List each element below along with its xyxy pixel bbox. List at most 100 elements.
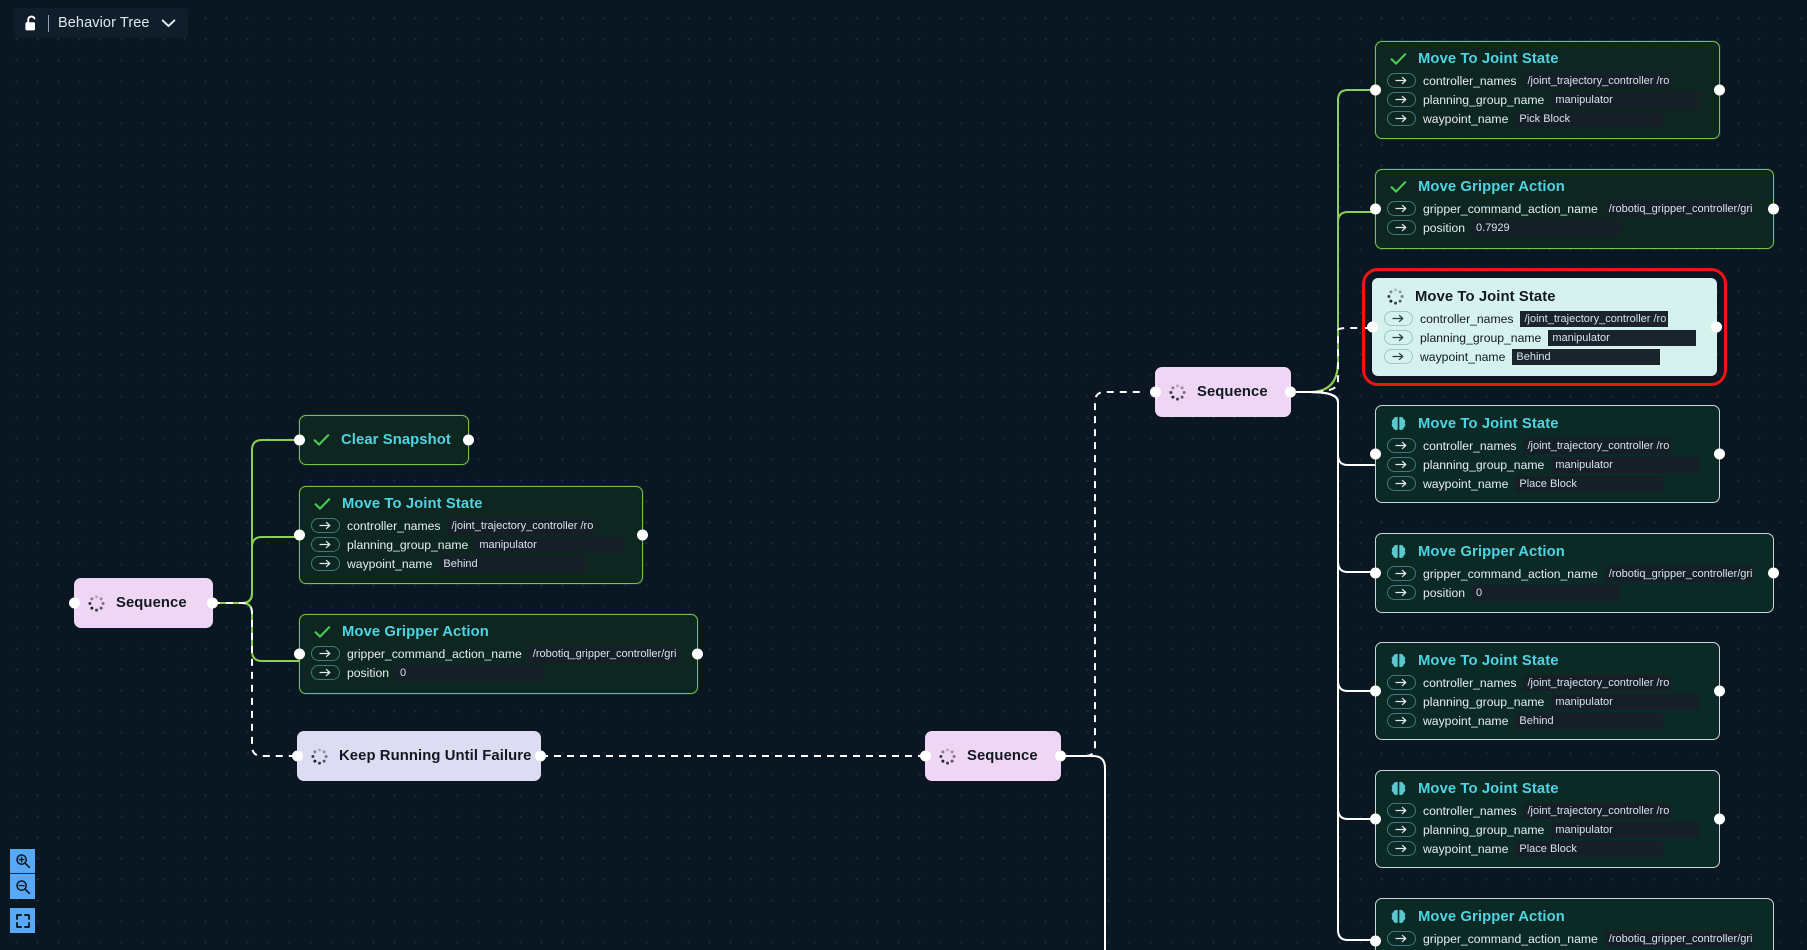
- node-input-handle[interactable]: [920, 750, 931, 762]
- param-value[interactable]: manipulator: [475, 536, 624, 553]
- node-output-handle[interactable]: [1285, 386, 1296, 398]
- param-row[interactable]: waypoint_name Place Block: [1387, 840, 1708, 857]
- node-input-handle[interactable]: [1370, 813, 1381, 825]
- param-value[interactable]: Behind: [1515, 712, 1664, 729]
- node-output-handle[interactable]: [637, 529, 648, 541]
- node-move-gripper-action-release[interactable]: Move Gripper Action gripper_command_acti…: [1370, 533, 1779, 613]
- param-row[interactable]: planning_group_name manipulator: [1387, 821, 1708, 838]
- param-row[interactable]: planning_group_name manipulator: [1384, 329, 1705, 346]
- node-move-gripper-action-grip[interactable]: Move Gripper Action gripper_command_acti…: [1370, 169, 1779, 249]
- param-value[interactable]: Place Block: [1515, 475, 1664, 492]
- param-value[interactable]: 0.7929: [1472, 219, 1621, 236]
- fit-view-icon[interactable]: [10, 908, 35, 933]
- param-value[interactable]: /joint_trajectory_controller /ro: [1523, 802, 1672, 819]
- node-output-handle[interactable]: [1711, 321, 1722, 333]
- node-output-handle[interactable]: [1768, 203, 1779, 215]
- param-value[interactable]: /joint_trajectory_controller /ro: [1523, 437, 1672, 454]
- node-input-handle[interactable]: [1370, 935, 1381, 947]
- param-value[interactable]: manipulator: [1548, 329, 1697, 346]
- node-move-to-joint-state-place-block-2[interactable]: Move To Joint State controller_names /jo…: [1370, 770, 1725, 868]
- node-input-handle[interactable]: [1370, 685, 1381, 697]
- node-output-handle[interactable]: [463, 434, 474, 446]
- node-output-handle[interactable]: [1768, 567, 1779, 579]
- node-input-handle[interactable]: [1370, 203, 1381, 215]
- zoom-in-icon[interactable]: [10, 849, 35, 874]
- param-row[interactable]: gripper_command_action_name /robotiq_gri…: [1387, 200, 1762, 217]
- unlock-icon[interactable]: [24, 15, 39, 32]
- node-move-to-joint-state-selected[interactable]: Move To Joint State controller_names /jo…: [1362, 268, 1727, 386]
- chevron-down-icon[interactable]: [159, 18, 176, 28]
- node-input-handle[interactable]: [294, 648, 305, 660]
- node-input-handle[interactable]: [294, 529, 305, 541]
- node-input-handle[interactable]: [69, 597, 80, 609]
- param-value[interactable]: Place Block: [1515, 840, 1664, 857]
- param-row[interactable]: waypoint_name Place Block: [1387, 475, 1708, 492]
- node-output-handle[interactable]: [1055, 750, 1066, 762]
- node-move-gripper-action-left[interactable]: Move Gripper Action gripper_command_acti…: [294, 614, 703, 694]
- param-value[interactable]: 0: [1472, 584, 1621, 601]
- param-row[interactable]: gripper_command_action_name /robotiq_gri…: [1387, 565, 1762, 582]
- node-move-to-joint-state-place-block-1[interactable]: Move To Joint State controller_names /jo…: [1370, 405, 1725, 503]
- node-move-to-joint-state-behind-2[interactable]: Move To Joint State controller_names /jo…: [1370, 642, 1725, 740]
- node-output-handle[interactable]: [1714, 84, 1725, 96]
- node-sequence-mid-bottom[interactable]: Sequence: [920, 731, 1066, 781]
- param-row[interactable]: gripper_command_action_name /robotiq_gri…: [1387, 930, 1762, 947]
- param-value[interactable]: Pick Block: [1515, 110, 1664, 127]
- param-row[interactable]: controller_names /joint_trajectory_contr…: [1387, 674, 1708, 691]
- behavior-tree-canvas[interactable]: Behavior Tree Sequence Clear Snapshot Mo…: [0, 0, 1807, 950]
- param-row[interactable]: controller_names /joint_trajectory_contr…: [1387, 72, 1708, 89]
- node-output-handle[interactable]: [1714, 448, 1725, 460]
- node-sequence-mid-top[interactable]: Sequence: [1150, 367, 1296, 417]
- param-row[interactable]: waypoint_name Behind: [311, 555, 631, 572]
- node-output-handle[interactable]: [535, 750, 546, 762]
- param-row[interactable]: controller_names /joint_trajectory_contr…: [311, 517, 631, 534]
- param-value[interactable]: manipulator: [1551, 91, 1700, 108]
- param-value[interactable]: /robotiq_gripper_controller/gri: [528, 645, 677, 662]
- node-input-handle[interactable]: [1150, 386, 1161, 398]
- param-row[interactable]: controller_names /joint_trajectory_contr…: [1387, 802, 1708, 819]
- param-row[interactable]: controller_names /joint_trajectory_contr…: [1384, 310, 1705, 327]
- node-input-handle[interactable]: [1370, 567, 1381, 579]
- node-move-gripper-action-bottom[interactable]: Move Gripper Action gripper_command_acti…: [1370, 898, 1774, 950]
- node-output-handle[interactable]: [692, 648, 703, 660]
- node-input-handle[interactable]: [1370, 448, 1381, 460]
- param-value[interactable]: manipulator: [1551, 821, 1700, 838]
- param-value[interactable]: /joint_trajectory_controller /ro: [447, 517, 596, 534]
- zoom-controls[interactable]: [10, 849, 35, 933]
- node-sequence-root[interactable]: Sequence: [69, 578, 218, 628]
- node-move-to-joint-state-left[interactable]: Move To Joint State controller_names /jo…: [294, 486, 648, 584]
- param-value[interactable]: manipulator: [1551, 693, 1700, 710]
- param-value[interactable]: 0: [396, 664, 545, 681]
- param-value[interactable]: Behind: [1512, 348, 1661, 365]
- param-row[interactable]: planning_group_name manipulator: [1387, 456, 1708, 473]
- param-value[interactable]: /joint_trajectory_controller /ro: [1523, 72, 1672, 89]
- toolbar[interactable]: Behavior Tree: [14, 8, 188, 38]
- param-row[interactable]: gripper_command_action_name /robotiq_gri…: [311, 645, 686, 662]
- node-keep-running-until-failure[interactable]: Keep Running Until Failure: [292, 731, 546, 781]
- zoom-out-icon[interactable]: [10, 874, 35, 899]
- param-row[interactable]: planning_group_name manipulator: [311, 536, 631, 553]
- param-row[interactable]: controller_names /joint_trajectory_contr…: [1387, 437, 1708, 454]
- node-input-handle[interactable]: [294, 434, 305, 446]
- node-input-handle[interactable]: [1367, 321, 1378, 333]
- param-value[interactable]: /robotiq_gripper_controller/gri: [1604, 565, 1753, 582]
- node-output-handle[interactable]: [1714, 813, 1725, 825]
- param-row[interactable]: planning_group_name manipulator: [1387, 91, 1708, 108]
- param-value[interactable]: /joint_trajectory_controller /ro: [1523, 674, 1672, 691]
- node-input-handle[interactable]: [292, 750, 303, 762]
- node-output-handle[interactable]: [207, 597, 218, 609]
- param-row[interactable]: position 0: [311, 664, 686, 681]
- param-row[interactable]: waypoint_name Behind: [1387, 712, 1708, 729]
- node-clear-snapshot[interactable]: Clear Snapshot: [294, 415, 474, 465]
- param-value[interactable]: Behind: [439, 555, 588, 572]
- param-value[interactable]: /robotiq_gripper_controller/gri: [1604, 930, 1753, 947]
- param-row[interactable]: position 0.7929: [1387, 219, 1762, 236]
- param-value[interactable]: manipulator: [1551, 456, 1700, 473]
- node-input-handle[interactable]: [1370, 84, 1381, 96]
- param-row[interactable]: planning_group_name manipulator: [1387, 693, 1708, 710]
- param-row[interactable]: waypoint_name Behind: [1384, 348, 1705, 365]
- param-value[interactable]: /joint_trajectory_controller /ro: [1520, 310, 1669, 327]
- param-value[interactable]: /robotiq_gripper_controller/gri: [1604, 200, 1753, 217]
- param-row[interactable]: waypoint_name Pick Block: [1387, 110, 1708, 127]
- node-move-to-joint-state-pick-block[interactable]: Move To Joint State controller_names /jo…: [1370, 41, 1725, 139]
